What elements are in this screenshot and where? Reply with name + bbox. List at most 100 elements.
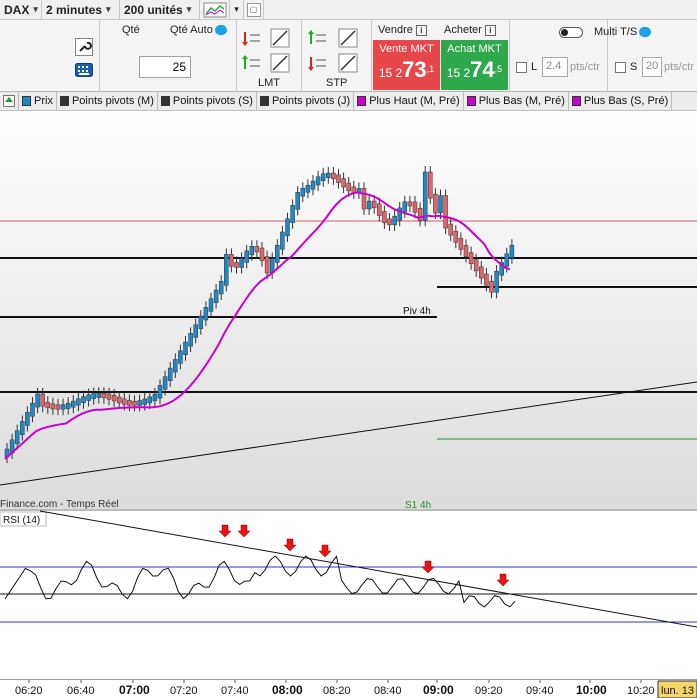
legend-item[interactable]: Points pivots (J)	[257, 92, 355, 110]
chart-type-button[interactable]	[200, 0, 230, 20]
limit-unit-label: pts/ctr	[570, 61, 600, 73]
candle-body	[371, 200, 377, 209]
keyboard-button[interactable]	[74, 60, 94, 80]
buy-limit-alt-icon	[242, 55, 260, 69]
candle-body	[213, 289, 219, 303]
legend-item[interactable]: Points pivots (S)	[158, 92, 257, 110]
s1-4h-label: S1 4h	[405, 500, 431, 511]
legend-swatch-icon	[59, 96, 69, 106]
multi-ts-toggle[interactable]	[559, 27, 583, 38]
sell-limit-alt-button[interactable]	[270, 53, 290, 73]
candle-body	[224, 254, 229, 286]
expand-legend-button[interactable]	[0, 92, 19, 110]
buy-stop-icon	[308, 30, 326, 44]
candle-body	[132, 401, 137, 406]
time-axis-label: 10:20	[627, 685, 655, 697]
buy-limit-button[interactable]	[242, 28, 262, 48]
stop-points-input[interactable]: 20	[642, 57, 662, 77]
candle-body	[91, 393, 96, 399]
units-selector[interactable]: 200 unités ▾	[120, 0, 200, 20]
buy-stop-alt-icon	[308, 57, 326, 71]
legend-item[interactable]: Prix	[19, 92, 57, 110]
lmt-label: LMT	[258, 77, 280, 89]
candle-body	[285, 218, 290, 237]
multi-ts-label: Multi T/S	[594, 26, 638, 38]
legend-item[interactable]: Points pivots (M)	[57, 92, 158, 110]
limit-checkbox[interactable]	[516, 62, 527, 73]
candle-body	[259, 247, 265, 261]
candle-body	[198, 315, 204, 329]
chart-type-dropdown[interactable]: ▾	[230, 0, 244, 20]
sell-stop-button[interactable]	[338, 28, 358, 48]
timeframe-selector[interactable]: 2 minutes ▾	[42, 0, 120, 20]
candle-body	[45, 401, 51, 409]
candle-body	[20, 421, 25, 435]
legend-swatch-icon	[160, 96, 170, 106]
time-axis-label: 07:00	[119, 683, 150, 697]
sell-market-button[interactable]: Vente MKT 15 273,1	[373, 40, 440, 90]
stop-checkbox[interactable]	[615, 62, 626, 73]
candle-body	[96, 393, 102, 398]
buy-market-button[interactable]: Achat MKT 15 274,5	[441, 40, 508, 90]
buy-stop-button[interactable]	[308, 28, 328, 48]
candle-body	[448, 223, 453, 236]
candle-body	[305, 185, 311, 193]
legend-label: Prix	[34, 95, 53, 107]
candle-body	[479, 266, 484, 279]
sell-stop-alt-button[interactable]	[338, 53, 358, 73]
candle-body	[249, 245, 255, 256]
keyboard-icon	[75, 63, 93, 77]
legend-swatch-icon	[466, 96, 476, 106]
candle-body	[397, 207, 402, 221]
window-icon: ▢	[246, 2, 261, 17]
instrument-label: DAX	[4, 2, 30, 17]
rsi-indicator-label: RSI (14)	[3, 515, 40, 526]
candle-body	[377, 203, 382, 216]
buy-stop-alt-button[interactable]	[308, 53, 328, 73]
legend-item[interactable]: Plus Bas (M, Pré)	[464, 92, 569, 110]
info-icon[interactable]: i	[415, 24, 427, 36]
buy-price-prefix: 15 2	[446, 66, 471, 80]
candle-body	[290, 205, 295, 223]
candle-body	[239, 258, 244, 268]
candle-body	[86, 394, 91, 401]
timeframe-label: 2 minutes	[46, 2, 103, 17]
divider	[509, 20, 510, 92]
instrument-selector[interactable]: DAX ▾	[0, 0, 42, 20]
quantity-input[interactable]	[139, 56, 191, 78]
legend-item[interactable]: Plus Haut (M, Pré)	[354, 92, 464, 110]
legend-swatch-icon	[571, 96, 581, 106]
candle-body	[275, 244, 280, 263]
indicator-legend: Prix Points pivots (M) Points pivots (S) Po…	[0, 92, 697, 111]
candle-body	[331, 172, 336, 180]
price-chart[interactable]: Piv 4h S1 4h Finance.com - Temps Réel RSI (…	[0, 111, 697, 679]
sell-header: Vendre i	[378, 24, 427, 36]
candle-body	[280, 231, 285, 250]
sell-limit-button[interactable]	[270, 28, 290, 48]
candle-body	[208, 298, 214, 312]
candle-body	[326, 172, 331, 179]
candle-body	[438, 195, 443, 214]
help-bubble-icon[interactable]	[214, 25, 227, 36]
info-icon[interactable]: i	[484, 24, 496, 36]
limit-points-input[interactable]: 2.4	[542, 57, 568, 77]
candle-body	[173, 359, 178, 373]
qty-auto-toggle[interactable]: Qté Auto	[170, 24, 227, 36]
candle-body	[30, 402, 35, 417]
candle-body	[300, 188, 306, 197]
chart-type-icon	[203, 2, 226, 17]
candle-body	[142, 398, 147, 405]
legend-item[interactable]: Plus Bas (S, Pré)	[569, 92, 673, 110]
candle-body	[428, 171, 433, 199]
multi-ts-label-wrap: Multi T/S	[594, 26, 652, 38]
wrench-button[interactable]	[74, 37, 94, 57]
candle-body	[336, 174, 341, 183]
help-bubble-icon[interactable]	[639, 27, 652, 38]
legend-label: Points pivots (S)	[172, 95, 253, 107]
candle-body	[453, 230, 459, 243]
legend-label: Plus Haut (M, Pré)	[369, 95, 460, 107]
buy-limit-alt-button[interactable]	[242, 53, 262, 73]
sell-stop-alt-icon	[338, 53, 358, 73]
time-axis-label: 06:20	[15, 685, 43, 697]
detach-button[interactable]: ▢	[244, 0, 264, 20]
